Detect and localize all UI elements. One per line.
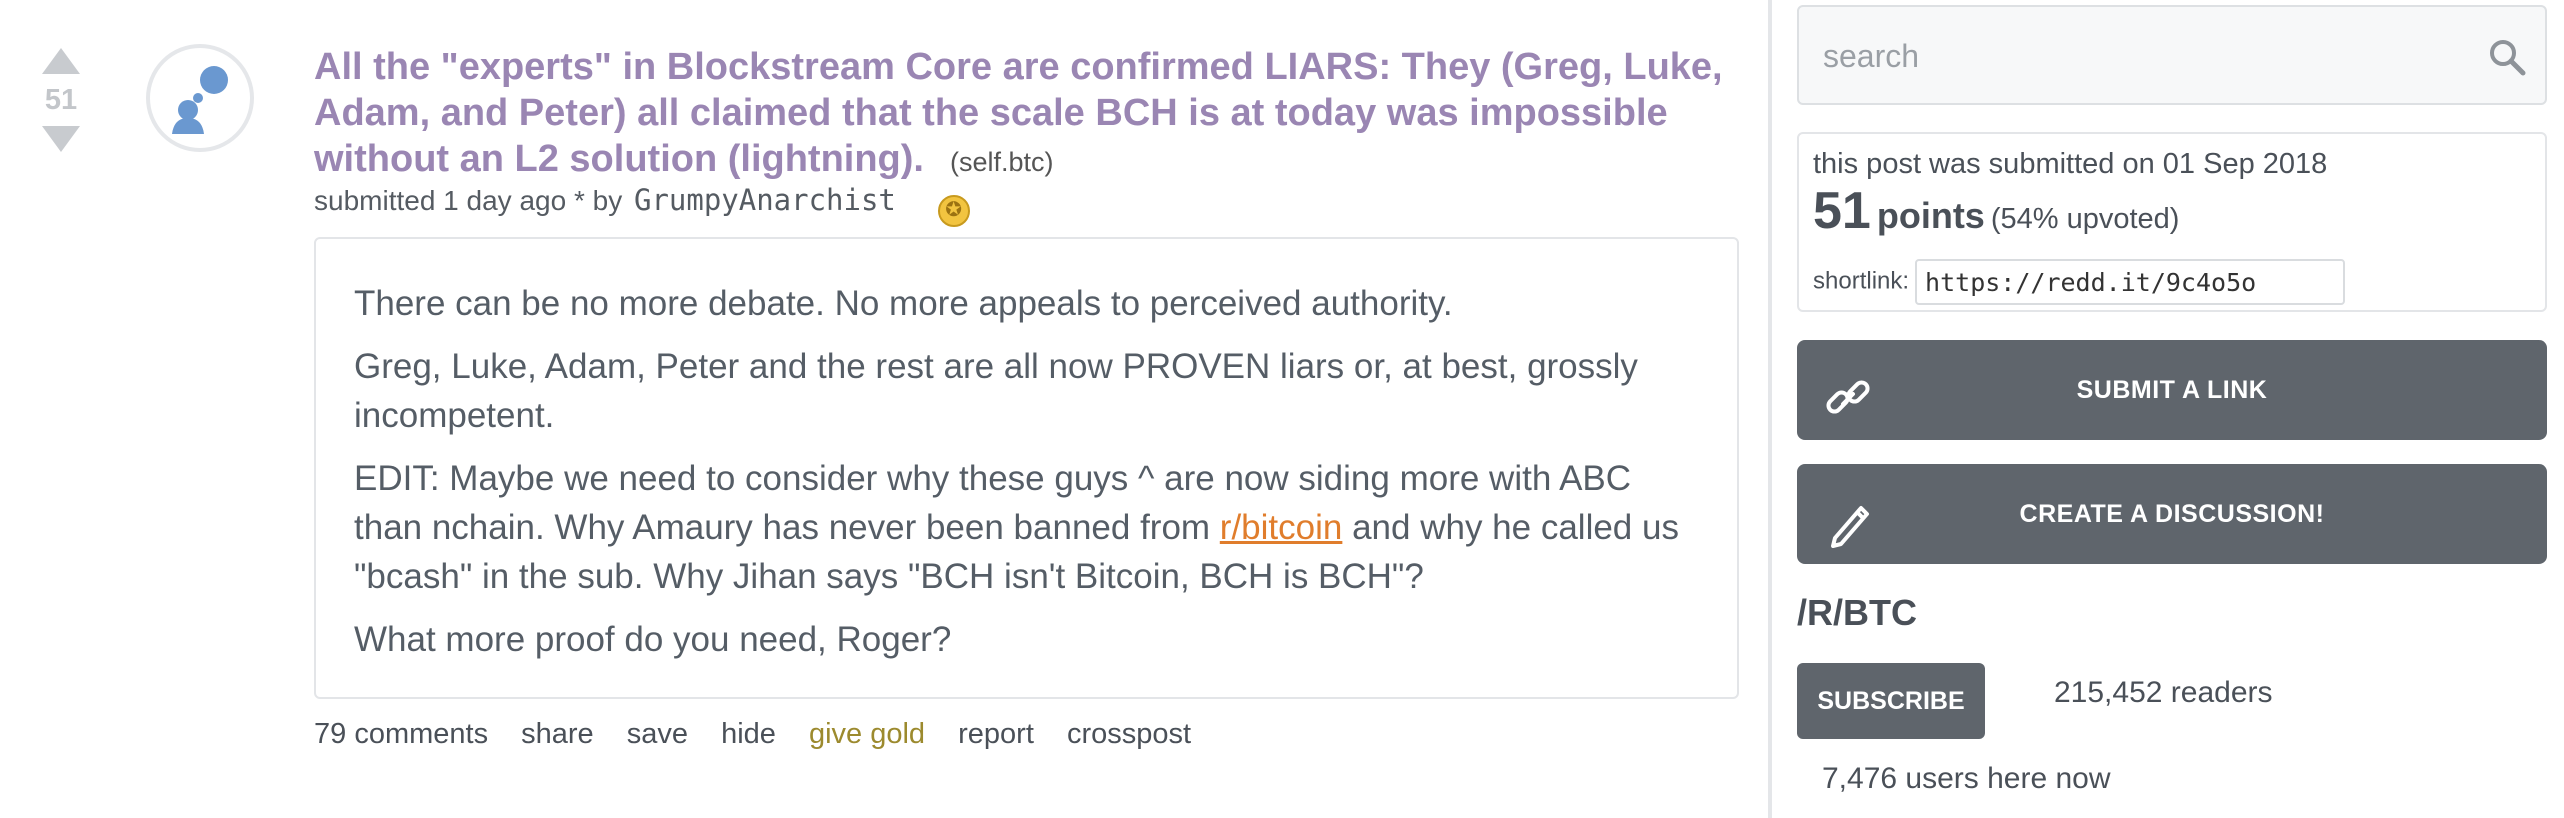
submit-link-button[interactable]: SUBMIT A LINK — [1797, 340, 2547, 440]
self-post-thumbnail-icon[interactable] — [146, 44, 254, 152]
save-button[interactable]: save — [627, 718, 688, 750]
upvote-arrow-icon[interactable] — [42, 48, 80, 74]
create-discussion-label: CREATE A DISCUSSION! — [2019, 500, 2325, 528]
post-body: There can be no more debate. No more app… — [314, 237, 1739, 699]
points-line: 51 points (54% upvoted) — [1813, 185, 2531, 249]
post-title-block: All the "experts" in Blockstream Core ar… — [314, 44, 1734, 182]
post-actions: 79 comments share save hide give gold re… — [314, 718, 1216, 751]
post-score: 51 — [44, 84, 78, 116]
shortlink-field[interactable] — [1915, 259, 2346, 305]
post-info-box: this post was submitted on 01 Sep 2018 5… — [1797, 132, 2547, 312]
post-domain[interactable]: (self.btc) — [950, 147, 1054, 177]
subreddit-name[interactable]: /R/BTC — [1797, 592, 1917, 634]
body-paragraph: Greg, Luke, Adam, Peter and the rest are… — [354, 347, 1638, 435]
search-box — [1797, 5, 2547, 105]
search-icon[interactable] — [2487, 37, 2527, 82]
create-discussion-button[interactable]: CREATE A DISCUSSION! — [1797, 464, 2547, 564]
submitted-date: this post was submitted on 01 Sep 2018 — [1813, 148, 2328, 180]
shortlink-row: shortlink: — [1813, 259, 2531, 305]
crosspost-button[interactable]: crosspost — [1067, 718, 1191, 750]
author-link[interactable]: GrumpyAnarchist — [634, 183, 896, 217]
submit-link-label: SUBMIT A LINK — [2076, 376, 2268, 404]
post-tagline: submitted 1 day ago * by GrumpyAnarchist… — [314, 183, 970, 227]
points-number: 51 — [1813, 182, 1871, 240]
readers-count: 215,452 readers — [2054, 676, 2273, 709]
shortlink-label: shortlink: — [1813, 267, 1910, 295]
body-paragraph: What more proof do you need, Roger? — [354, 620, 952, 659]
pencil-icon — [1823, 490, 1875, 590]
body-paragraph: There can be no more debate. No more app… — [354, 284, 1453, 323]
link-icon — [1823, 366, 1875, 466]
upvote-percentage: (54% upvoted) — [1990, 203, 2180, 235]
users-online: 7,476 users here now — [1822, 762, 2111, 795]
tagline-prefix: submitted 1 day ago * by — [314, 185, 623, 216]
downvote-arrow-icon[interactable] — [42, 126, 80, 152]
sidebar-divider — [1768, 0, 1772, 818]
vote-column: 51 — [36, 48, 86, 152]
body-paragraph: EDIT: Maybe we need to consider why thes… — [354, 454, 1699, 601]
comments-link[interactable]: 79 comments — [314, 718, 488, 750]
subscribe-button[interactable]: SUBSCRIBE — [1797, 663, 1985, 739]
report-button[interactable]: report — [958, 718, 1034, 750]
award-icon[interactable]: ✪ — [937, 195, 970, 227]
subreddit-link-bitcoin[interactable]: r/bitcoin — [1220, 508, 1343, 547]
hide-button[interactable]: hide — [721, 718, 776, 750]
points-word: points — [1876, 195, 1985, 236]
give-gold-button[interactable]: give gold — [809, 718, 925, 750]
search-input[interactable] — [1821, 31, 2445, 81]
share-button[interactable]: share — [521, 718, 594, 750]
